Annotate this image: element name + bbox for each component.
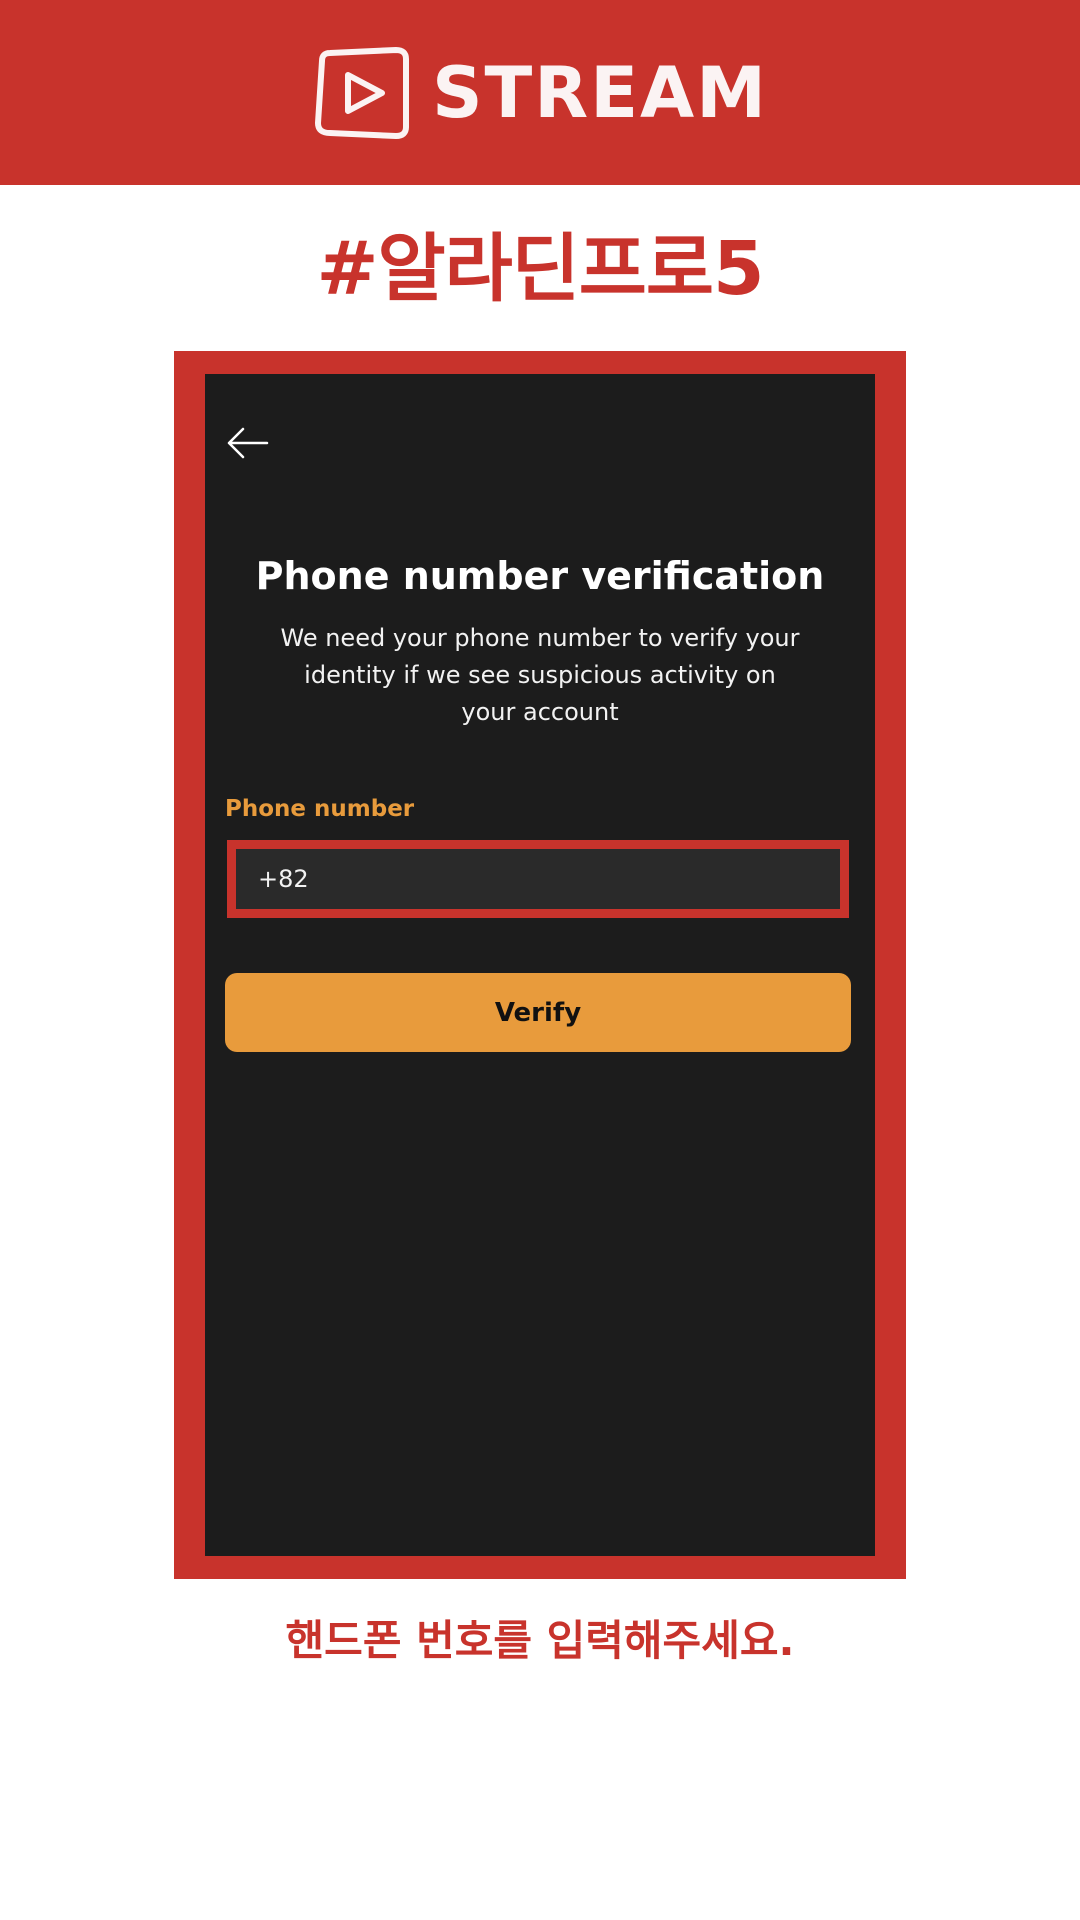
brand-name: STREAM xyxy=(432,51,768,134)
header-banner: STREAM xyxy=(0,0,1080,185)
phone-input-highlight xyxy=(227,840,849,918)
arrow-left-icon xyxy=(225,426,269,460)
hashtag-title: #알라딘프로5 xyxy=(316,226,765,312)
verify-button[interactable]: Verify xyxy=(225,973,851,1052)
phone-number-label: Phone number xyxy=(225,796,415,822)
stream-logo: STREAM xyxy=(312,46,768,139)
play-button-icon xyxy=(312,46,412,139)
page-title: Phone number verification xyxy=(255,554,825,598)
page-description: We need your phone number to verify your… xyxy=(280,624,800,726)
phone-screen: Phone number verification We need your p… xyxy=(205,374,875,1556)
back-button[interactable] xyxy=(225,426,269,460)
phone-number-input[interactable] xyxy=(236,849,840,909)
instruction-caption: 핸드폰 번호를 입력해주세요. xyxy=(285,1616,795,1665)
